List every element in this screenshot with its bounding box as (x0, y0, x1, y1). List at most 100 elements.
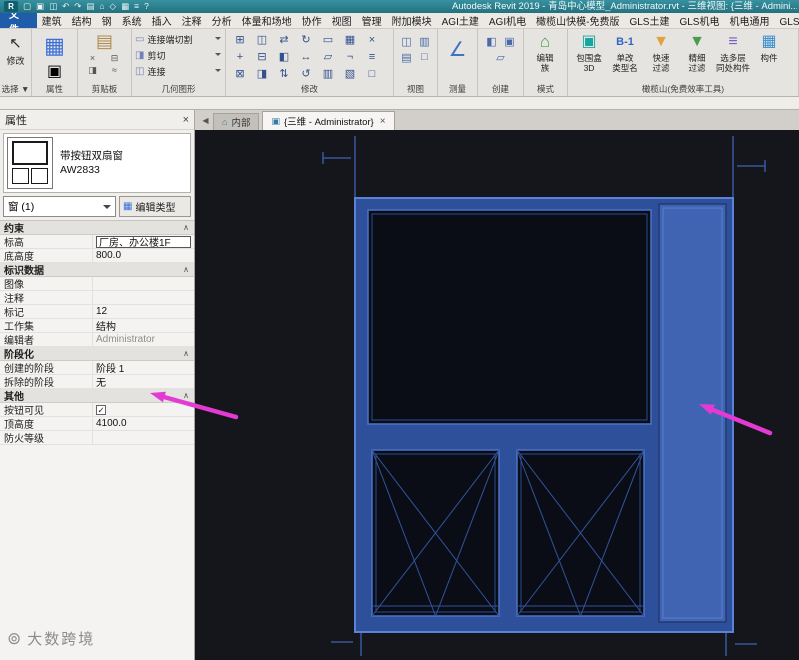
ribbon-tab[interactable]: 体量和场地 (237, 13, 297, 28)
modify-button[interactable]: ↖ 修改 (3, 31, 28, 67)
close-icon[interactable]: × (380, 116, 386, 127)
casement-right[interactable] (516, 449, 645, 617)
phase-demolished-value[interactable]: 无 (92, 375, 194, 388)
gls-tool-button[interactable]: ▼ 精细 过滤 (679, 31, 715, 73)
view-tab-inactive[interactable]: ⌂ 内部 (213, 113, 260, 130)
view-tool-icon[interactable]: ▥ (416, 35, 434, 51)
workset-value[interactable]: 结构 (92, 319, 194, 332)
top-glass-panel[interactable] (367, 209, 652, 425)
modify-tool-icon[interactable]: × (361, 32, 383, 49)
ribbon-tab[interactable]: 分析 (207, 13, 237, 28)
ribbon-tab[interactable]: GLS风 (774, 13, 799, 28)
modify-tool-icon[interactable]: + (229, 49, 251, 66)
group-label-select[interactable]: 选择 ▼ (0, 83, 31, 95)
other-settings-icon[interactable]: ▣ (47, 61, 62, 81)
modify-tool-icon[interactable]: ≡ (361, 49, 383, 66)
clipboard-icon[interactable]: ≈ (104, 65, 126, 77)
modify-tool-icon[interactable]: ↔ (295, 49, 317, 66)
right-side-panel[interactable] (658, 203, 727, 623)
modify-tool-icon[interactable]: □ (361, 66, 383, 83)
clipboard-icon[interactable]: × (82, 53, 104, 65)
mark-value[interactable]: 12 (92, 305, 194, 318)
qat-icon[interactable]: ? (144, 0, 149, 13)
gls-tool-button[interactable]: ▼ 快速 过滤 (643, 31, 679, 73)
paste-icon[interactable]: ▤ (81, 31, 128, 52)
button-visible-checkbox[interactable]: ✓ (96, 404, 106, 415)
modify-tool-icon[interactable]: ⊟ (251, 49, 273, 66)
geometry-tool-button[interactable]: ◫ 连接 (135, 63, 222, 79)
modify-tool-icon[interactable]: ⇄ (273, 32, 295, 49)
modify-tool-icon[interactable]: ◫ (251, 32, 273, 49)
casement-left[interactable] (371, 449, 500, 617)
qat-icon[interactable]: ◇ (110, 0, 117, 13)
qat-icon[interactable]: ◫ (49, 0, 57, 13)
qat-icon[interactable]: ⌂ (99, 0, 104, 13)
modify-tool-icon[interactable]: ▧ (339, 66, 361, 83)
gls-tool-button[interactable]: ≡ 选多层 同处构件 (715, 31, 751, 73)
ribbon-tab[interactable]: 结构 (67, 13, 97, 28)
phase-created-value[interactable]: 阶段 1 (92, 361, 194, 374)
tab-scroll-back-icon[interactable]: ◀ (198, 112, 213, 130)
clipboard-icon[interactable]: ◨ (82, 65, 104, 77)
type-selector-dropdown[interactable]: 窗 (1) (3, 196, 116, 217)
modify-tool-icon[interactable]: ⇅ (273, 66, 295, 83)
ribbon-tab[interactable]: 橄榄山快模-免费版 (531, 13, 624, 28)
ribbon-tab[interactable]: 视图 (327, 13, 357, 28)
modify-tool-icon[interactable]: ▦ (339, 32, 361, 49)
ribbon-tab[interactable]: 附加模块 (387, 13, 437, 28)
ribbon-tab[interactable]: GLS土建 (624, 13, 674, 28)
ribbon-tab[interactable]: 插入 (147, 13, 177, 28)
ribbon-tab[interactable]: AGI土建 (437, 13, 484, 28)
qat-icon[interactable]: ↶ (62, 0, 69, 13)
modify-tool-icon[interactable]: ◧ (273, 49, 295, 66)
ribbon-tab[interactable]: 机电通用 (724, 13, 774, 28)
level-value-field[interactable]: 厂房、办公楼1F (96, 235, 191, 248)
ribbon-tab[interactable]: 管理 (357, 13, 387, 28)
prop-group-phasing[interactable]: 阶段化 ∧ (0, 347, 194, 361)
geometry-tool-button[interactable]: ◨ 剪切 (135, 47, 222, 63)
file-menu-button[interactable]: 文件 (0, 13, 37, 28)
qat-icon[interactable]: ▤ (86, 0, 94, 13)
modify-tool-icon[interactable]: ⊠ (229, 66, 251, 83)
qat-icon[interactable]: ▦ (121, 0, 129, 13)
prop-group-constraints[interactable]: 约束 ∧ (0, 221, 194, 235)
modify-tool-icon[interactable]: ↻ (295, 32, 317, 49)
modify-tool-icon[interactable]: ▱ (317, 49, 339, 66)
view-tool-icon[interactable]: ▤ (398, 51, 416, 67)
create-tool-icon[interactable]: ▣ (501, 35, 519, 51)
app-logo-icon[interactable]: R (4, 1, 18, 12)
create-tool-icon[interactable]: ◧ (483, 35, 501, 51)
view-tab-active[interactable]: ▣ {三维 - Administrator} × (262, 111, 395, 130)
close-icon[interactable]: × (183, 114, 189, 126)
head-height-value[interactable]: 4100.0 (92, 417, 194, 430)
ribbon-tab[interactable]: GLS机电 (674, 13, 724, 28)
ribbon-tab[interactable]: AGI机电 (484, 13, 531, 28)
window-element[interactable] (354, 197, 734, 633)
edit-type-button[interactable]: ▦ 编辑类型 (119, 196, 191, 217)
qat-icon[interactable]: ↷ (74, 0, 81, 13)
geometry-tool-button[interactable]: ▭ 连接端切割 (135, 31, 222, 47)
sill-height-value[interactable]: 800.0 (92, 249, 194, 262)
qat-icon[interactable]: ▣ (36, 0, 44, 13)
properties-palette-icon[interactable]: ▦ (44, 33, 65, 58)
edit-family-button[interactable]: ⌂ 编辑 族 (527, 31, 563, 73)
measure-icon[interactable]: ∠ (441, 31, 474, 62)
view-tool-icon[interactable]: ◫ (398, 35, 416, 51)
modify-tool-icon[interactable]: ⊞ (229, 32, 251, 49)
ribbon-tab[interactable]: 建筑 (37, 13, 67, 28)
type-preview[interactable]: 带按钮双扇窗 AW2833 (3, 133, 191, 193)
view-tool-icon[interactable]: □ (416, 51, 434, 67)
ribbon-tab[interactable]: 协作 (297, 13, 327, 28)
create-tool-icon[interactable]: ▱ (492, 51, 510, 67)
modify-tool-icon[interactable]: ◨ (251, 66, 273, 83)
qat-icon[interactable]: ≡ (134, 0, 139, 13)
ribbon-tab[interactable]: 系统 (117, 13, 147, 28)
ribbon-tab[interactable]: 注释 (177, 13, 207, 28)
ribbon-tab[interactable]: 钢 (97, 13, 117, 28)
gls-tool-button[interactable]: ▣ 包围盒 3D (571, 31, 607, 73)
clipboard-icon[interactable]: ⊟ (104, 53, 126, 65)
modify-tool-icon[interactable]: ¬ (339, 49, 361, 66)
modify-tool-icon[interactable]: ↺ (295, 66, 317, 83)
modify-tool-icon[interactable]: ▥ (317, 66, 339, 83)
gls-tool-button[interactable]: ▦ 构件 (751, 31, 787, 73)
